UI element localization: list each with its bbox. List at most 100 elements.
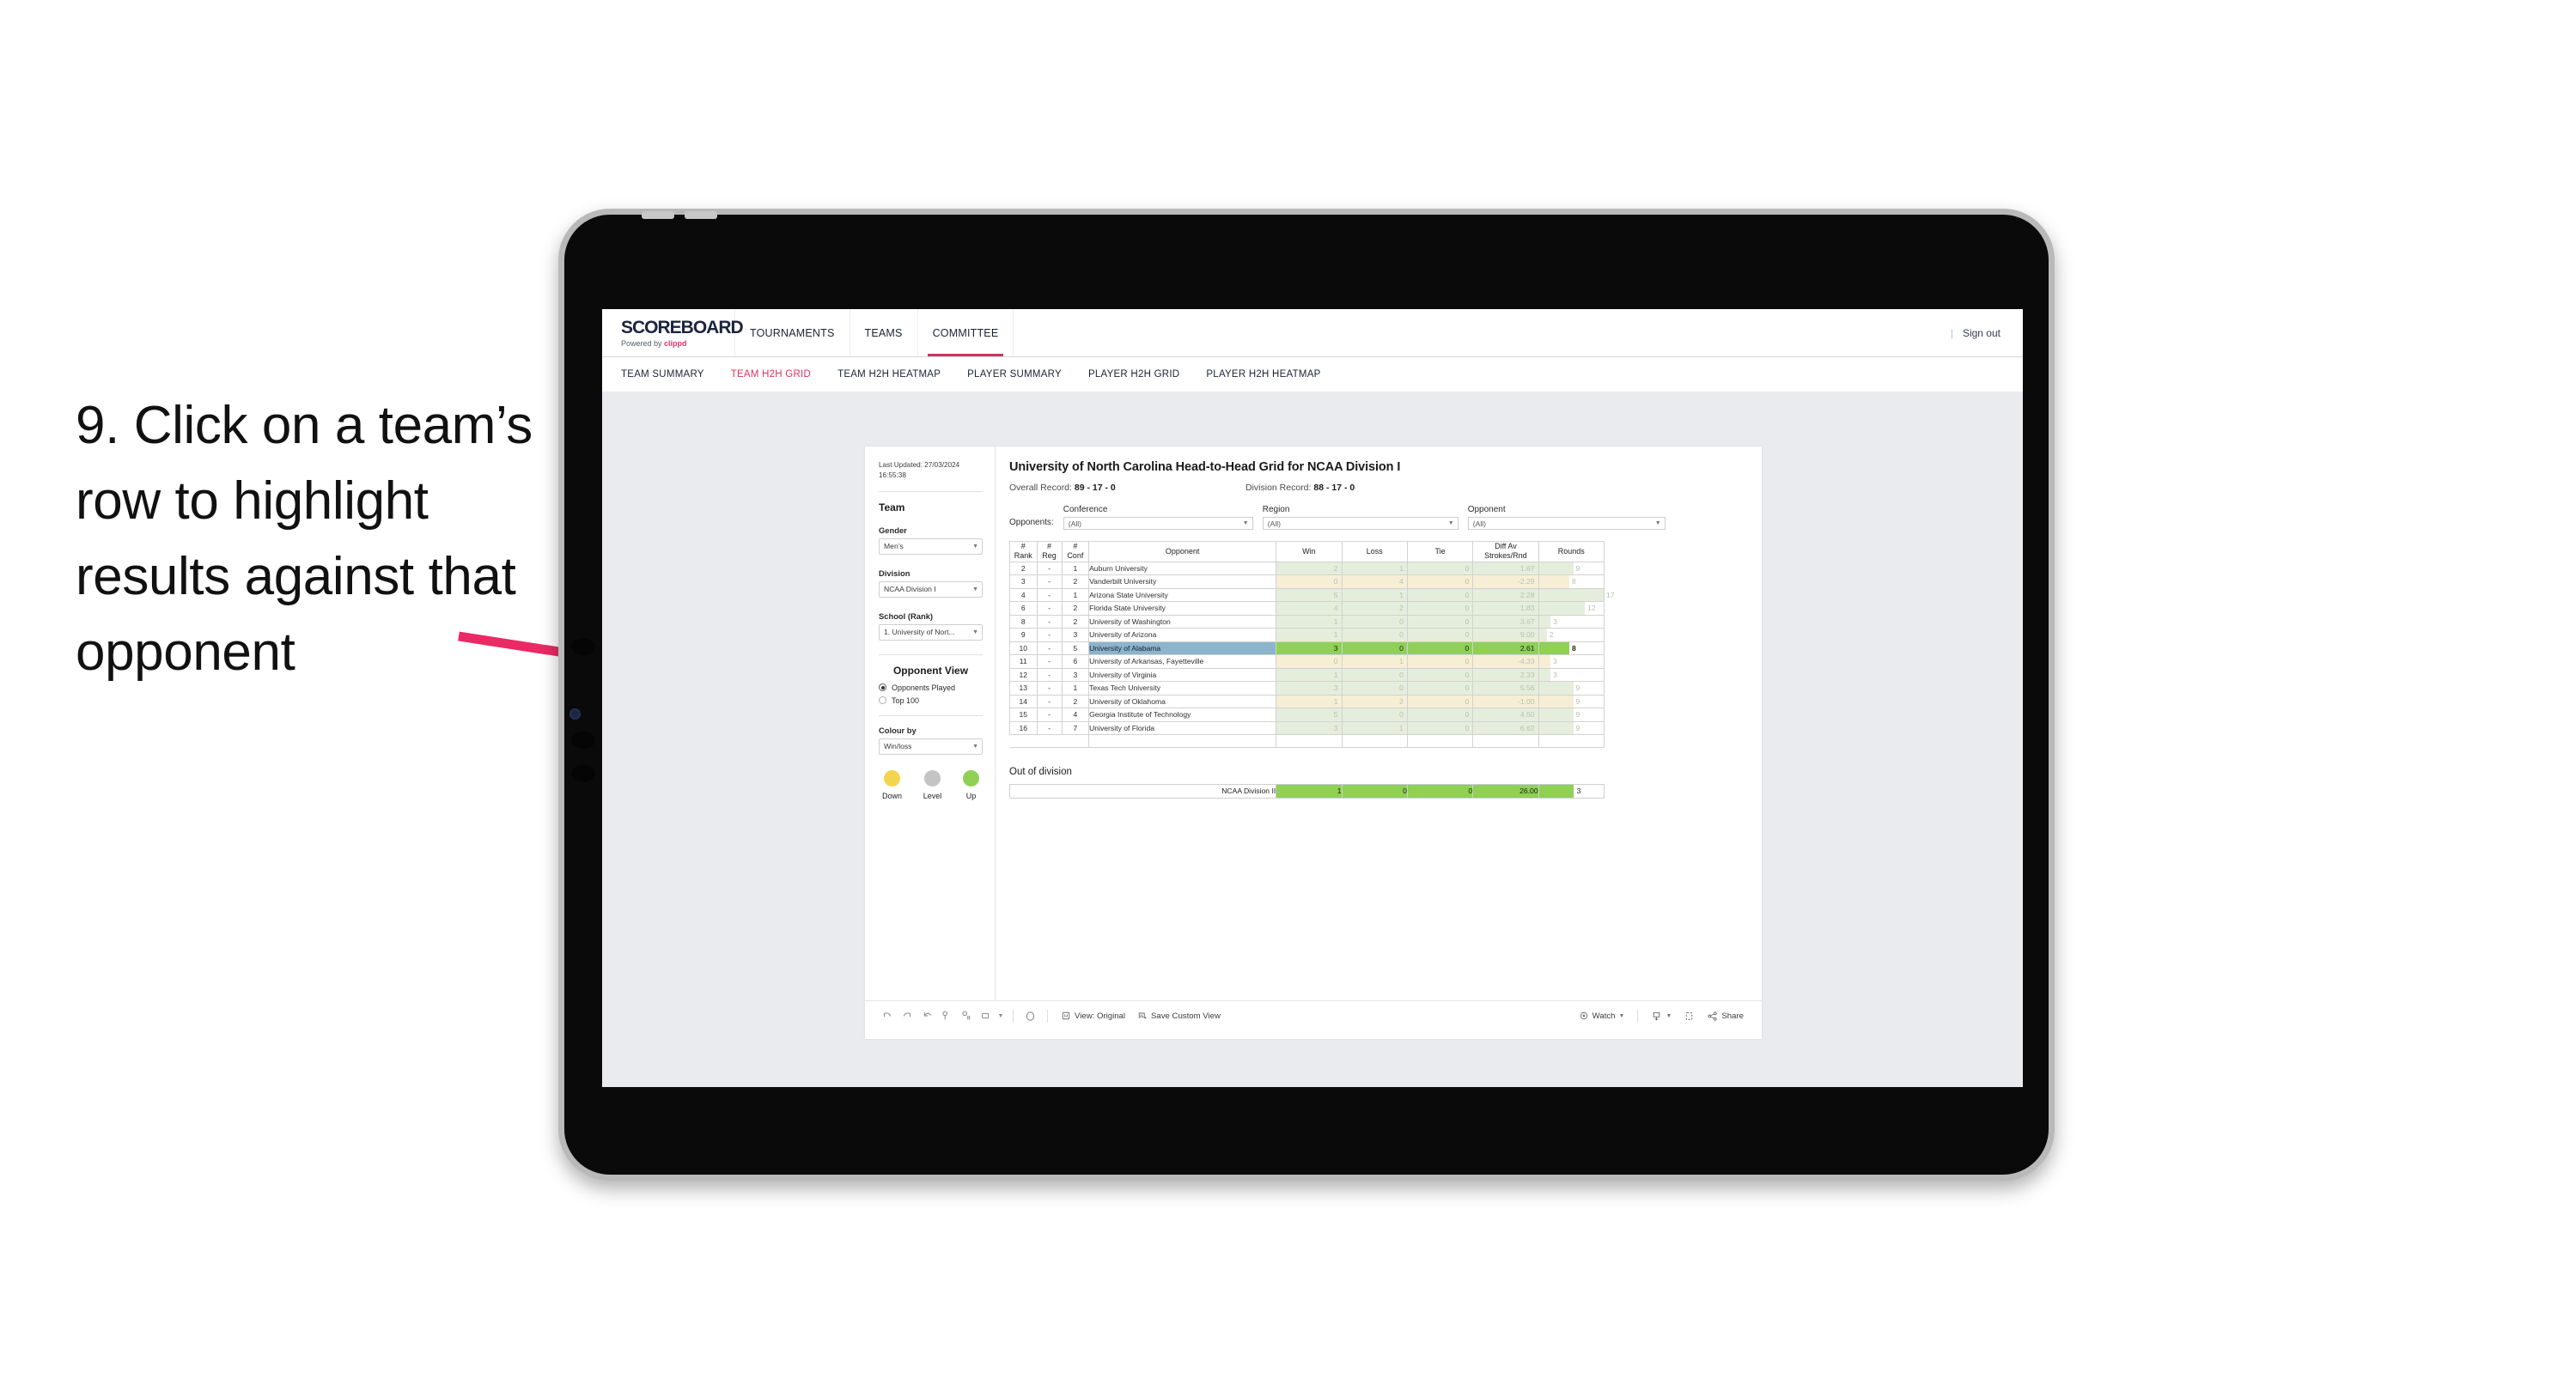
region-filter-value: (All) [1267, 519, 1281, 528]
view-original-button[interactable]: View: Original [1055, 1006, 1131, 1025]
col-header-win[interactable]: Win [1276, 541, 1343, 562]
nav-item-tournaments[interactable]: TOURNAMENTS [735, 309, 850, 356]
chevron-down-icon[interactable]: ▼ [996, 1006, 1006, 1026]
cell-reg: - [1036, 574, 1063, 589]
region-filter: Region (All) ▼ [1262, 505, 1459, 530]
cell-opponent: Florida State University [1088, 601, 1277, 616]
opponents-filter-label: Opponents: [1009, 518, 1054, 527]
cell-rounds: 9 [1538, 694, 1605, 708]
col-header-rounds[interactable]: Rounds [1538, 541, 1605, 562]
grid-header-row: # Rank # Reg # Conf Opponent Win Loss Tie D… [1009, 541, 1605, 562]
cell-diff: 2.61 [1472, 641, 1539, 655]
cell-rounds: 3 [1538, 654, 1605, 669]
radio-opponents-played[interactable]: Opponents Played [879, 683, 983, 692]
tablet-side-button-2 [571, 732, 595, 749]
gender-select[interactable]: Men’s ▼ [879, 538, 983, 555]
nav-item-committee[interactable]: COMMITTEE [918, 309, 1014, 356]
revert-icon[interactable] [917, 1006, 936, 1026]
out-of-division-row[interactable]: NCAA Division II 1 0 0 26.00 3 [1008, 783, 1605, 799]
radio-top-100-label: Top 100 [892, 696, 920, 705]
col-header-rank[interactable]: # Rank [1009, 541, 1038, 562]
grid-empty-cell [1037, 734, 1063, 748]
col-header-diff-av-strokes[interactable]: Diff Av Strokes/Rnd [1472, 541, 1539, 562]
chevron-down-icon: ▼ [1666, 1012, 1672, 1019]
table-row[interactable]: 14-2 University of Oklahoma 1 2 0 -1.00 9 [1009, 694, 1605, 708]
table-row[interactable]: 2-1 Auburn University 2 1 0 1.67 9 [1009, 561, 1605, 575]
signout-area: | Sign out [1951, 309, 2023, 356]
pause-icon[interactable] [956, 1006, 976, 1026]
tab-team-summary[interactable]: TEAM SUMMARY [621, 369, 704, 380]
redo-icon[interactable] [897, 1006, 917, 1026]
table-row[interactable]: 16-7 University of Florida 3 1 0 6.62 9 [1009, 720, 1605, 735]
conference-filter-select[interactable]: (All) ▼ [1063, 517, 1253, 530]
sidebar-divider-1 [879, 490, 983, 492]
viz-toolbar: ▼ View: Original Save Custom View Watch … [865, 1000, 1762, 1030]
tab-player-h2h-grid[interactable]: PLAYER H2H GRID [1088, 369, 1179, 380]
fullscreen-button[interactable] [1678, 1006, 1701, 1025]
h2h-grid-table: # Rank # Reg # Conf Opponent Win Loss Tie D… [1009, 541, 1615, 748]
division-select[interactable]: NCAA Division I ▼ [879, 580, 983, 598]
refresh-icon[interactable] [936, 1006, 956, 1026]
table-row[interactable]: 6-2 Florida State University 4 2 0 1.83 12 [1009, 601, 1605, 616]
table-row[interactable]: 9-3 University of Arizona 1 0 0 9.00 2 [1009, 628, 1605, 642]
table-row[interactable]: 10-5 University of Alabama 3 0 0 2.61 8 [1009, 641, 1605, 655]
scoreboard-logo[interactable]: SCOREBOARD Powered by clippd [602, 309, 744, 356]
tab-team-h2h-grid[interactable]: TEAM H2H GRID [731, 369, 811, 380]
viz-body: Last Updated: 27/03/2024 16:55:38 Team G… [865, 446, 1762, 1000]
col-header-reg[interactable]: # Reg [1036, 541, 1063, 562]
watch-button[interactable]: Watch ▼ [1573, 1006, 1631, 1025]
region-filter-select[interactable]: (All) ▼ [1262, 517, 1459, 530]
tablet-screen: SCOREBOARD Powered by clippd TOURNAMENTS… [602, 309, 2023, 1087]
signout-link[interactable]: Sign out [1963, 327, 2001, 339]
cell-reg: - [1036, 587, 1063, 602]
cell-opponent: University of Arizona [1088, 628, 1277, 642]
undo-icon[interactable] [877, 1006, 897, 1026]
cell-rank: 3 [1009, 574, 1038, 589]
cell-opponent: Arizona State University [1088, 587, 1277, 602]
col-header-conf[interactable]: # Conf [1061, 541, 1090, 562]
col-header-opponent[interactable]: Opponent [1088, 541, 1277, 562]
col-header-loss[interactable]: Loss [1341, 541, 1408, 562]
tab-player-summary[interactable]: PLAYER SUMMARY [967, 369, 1062, 380]
chevron-down-icon: ▼ [972, 543, 978, 550]
sidebar-divider-3 [879, 714, 983, 716]
tab-team-h2h-heatmap[interactable]: TEAM H2H HEATMAP [837, 369, 941, 380]
save-custom-view-button[interactable]: Save Custom View [1131, 1006, 1227, 1025]
ood-win: 1 [1276, 783, 1343, 799]
device-preview-icon[interactable] [976, 1006, 996, 1026]
viz-main-pane: University of North Carolina Head-to-Hea… [996, 446, 1762, 1000]
table-row[interactable]: 12-3 University of Virginia 1 0 0 2.33 3 [1009, 667, 1605, 682]
cell-diff: -4.33 [1472, 654, 1539, 669]
tab-player-h2h-heatmap[interactable]: PLAYER H2H HEATMAP [1206, 369, 1320, 380]
cell-conf: 3 [1061, 628, 1090, 642]
colour-by-select[interactable]: Win/loss ▼ [879, 738, 983, 755]
cell-rounds: 9 [1538, 681, 1605, 696]
cell-rounds: 9 [1538, 561, 1605, 575]
colour-by-label: Colour by [879, 725, 917, 735]
chevron-down-icon: ▼ [1654, 520, 1661, 526]
share-button[interactable]: Share [1701, 1006, 1750, 1025]
table-row[interactable]: 8-2 University of Washington 1 0 0 3.67 3 [1009, 614, 1605, 629]
cell-opponent: Georgia Institute of Technology [1088, 708, 1277, 722]
cell-reg: - [1036, 614, 1063, 629]
table-row[interactable]: 4-1 Arizona State University 5 1 0 2.28 17 [1009, 587, 1615, 602]
col-header-tie[interactable]: Tie [1406, 541, 1474, 562]
download-button[interactable]: ▼ [1645, 1006, 1678, 1025]
cell-win: 0 [1276, 654, 1343, 669]
table-row[interactable]: 13-1 Texas Tech University 3 0 0 5.56 9 [1009, 681, 1605, 696]
cell-tie: 0 [1406, 574, 1474, 589]
table-row[interactable]: 11-6 University of Arkansas, Fayetteville… [1009, 654, 1605, 669]
cell-opponent: University of Florida [1088, 720, 1277, 735]
cell-loss: 0 [1341, 708, 1408, 722]
school-rank-select[interactable]: 1. University of Nort... ▼ [879, 623, 983, 641]
chevron-down-icon: ▼ [1447, 520, 1454, 526]
radio-top-100[interactable]: Top 100 [879, 696, 983, 705]
table-row[interactable]: 3-2 Vanderbilt University 0 4 0 -2.29 8 [1009, 574, 1605, 589]
ood-tie: 0 [1406, 783, 1474, 799]
cell-opponent: University of Alabama [1088, 641, 1277, 655]
zoom-icon[interactable] [1020, 1006, 1040, 1026]
table-row[interactable]: 15-4 Georgia Institute of Technology 5 0 0 4.… [1009, 708, 1605, 722]
colour-legend: Down Level Up [879, 769, 983, 800]
opponent-filter-select[interactable]: (All) ▼ [1467, 517, 1666, 530]
nav-item-teams[interactable]: TEAMS [850, 309, 918, 356]
